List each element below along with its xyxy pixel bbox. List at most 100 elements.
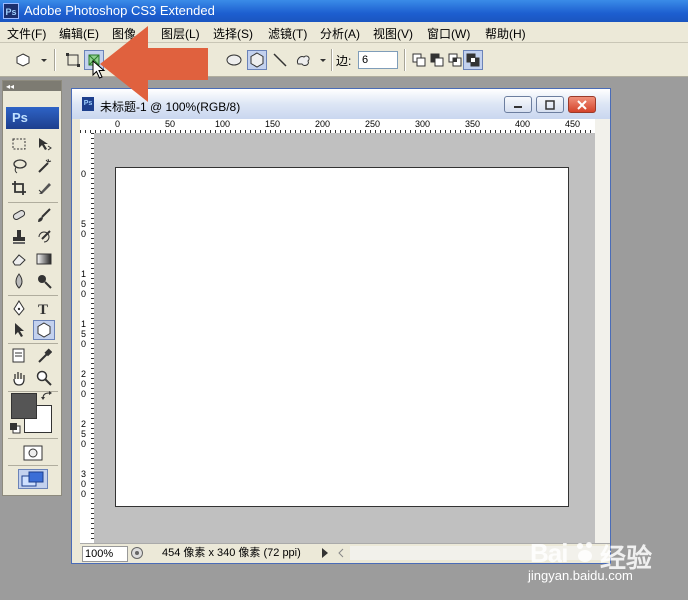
close-button[interactable] xyxy=(568,96,596,113)
shape-tool[interactable] xyxy=(33,320,55,340)
crop-icon xyxy=(12,181,26,195)
magnifier-icon xyxy=(36,370,52,386)
app-title: Adobe Photoshop CS3 Extended xyxy=(24,3,215,18)
magic-wand-icon xyxy=(38,158,52,173)
screen-mode-icon xyxy=(21,471,44,487)
dodge-icon xyxy=(38,275,52,289)
line-tool-button[interactable] xyxy=(270,50,290,70)
pen-tool[interactable] xyxy=(8,298,30,318)
crop-tool[interactable] xyxy=(8,178,30,198)
slice-icon xyxy=(38,183,51,194)
default-colors-icon[interactable] xyxy=(9,422,21,437)
tool-preset-picker[interactable] xyxy=(14,50,50,70)
hand-icon xyxy=(13,372,25,386)
document-window: Ps 未标题-1 @ 100%(RGB/8) 0 50 100 150 200 … xyxy=(71,88,611,564)
combine-exclude-button[interactable] xyxy=(463,50,483,70)
gradient-icon xyxy=(36,253,52,265)
collapse-arrows-icon: ◂◂ xyxy=(6,82,14,91)
ruler-label: 3 0 0 xyxy=(81,469,87,499)
notes-tool[interactable] xyxy=(8,346,30,366)
menu-analysis[interactable]: 分析(A) xyxy=(320,25,360,42)
magic-wand-tool[interactable] xyxy=(33,156,55,176)
healing-brush-tool[interactable] xyxy=(8,205,30,225)
marquee-icon xyxy=(12,138,26,150)
eraser-icon xyxy=(12,254,26,266)
info-icon[interactable] xyxy=(130,546,144,563)
watermark-url: jingyan.baidu.com xyxy=(528,568,633,583)
ruler-label: 2 0 0 xyxy=(81,369,87,399)
swap-colors-icon[interactable] xyxy=(41,390,53,405)
hexagon-icon xyxy=(16,53,47,67)
options-separator xyxy=(331,49,333,71)
combine-add-button[interactable] xyxy=(409,50,429,70)
combine-intersect-button[interactable] xyxy=(445,50,465,70)
slice-tool[interactable] xyxy=(33,178,55,198)
dodge-tool[interactable] xyxy=(33,271,55,291)
move-icon xyxy=(39,138,52,151)
path-selection-tool[interactable] xyxy=(8,320,30,340)
marquee-tool[interactable] xyxy=(8,134,30,154)
quick-mask-button[interactable] xyxy=(22,443,44,463)
ellipse-tool-button[interactable] xyxy=(224,50,244,70)
ruler-label: 50 xyxy=(165,119,176,129)
zoom-tool[interactable] xyxy=(33,368,55,388)
subtract-shape-icon xyxy=(430,53,444,67)
menu-filter[interactable]: 滤镜(T) xyxy=(268,25,307,42)
brush-tool[interactable] xyxy=(33,205,55,225)
ruler-label: 0 xyxy=(81,169,87,179)
lasso-tool[interactable] xyxy=(8,156,30,176)
menu-window[interactable]: 窗口(W) xyxy=(427,25,470,42)
options-separator xyxy=(404,49,406,71)
clone-stamp-tool[interactable] xyxy=(8,227,30,247)
hand-tool[interactable] xyxy=(8,368,30,388)
drop-icon xyxy=(15,273,23,289)
document-canvas[interactable] xyxy=(115,167,569,507)
custom-shape-icon xyxy=(297,55,326,66)
ruler-label: 300 xyxy=(415,119,431,129)
history-brush-tool[interactable] xyxy=(33,227,55,247)
blur-tool[interactable] xyxy=(8,271,30,291)
ruler-label: 350 xyxy=(465,119,481,129)
menu-file[interactable]: 文件(F) xyxy=(7,25,46,42)
shape-layers-button[interactable] xyxy=(63,50,83,70)
menu-edit[interactable]: 编辑(E) xyxy=(59,25,99,42)
vertical-scrollbar[interactable] xyxy=(595,119,610,543)
custom-shape-button[interactable] xyxy=(293,50,327,70)
eraser-tool[interactable] xyxy=(8,249,30,269)
menu-help[interactable]: 帮助(H) xyxy=(485,25,526,42)
gradient-tool[interactable] xyxy=(33,249,55,269)
status-menu-arrow-icon[interactable] xyxy=(320,547,330,562)
ruler-label: 200 xyxy=(315,119,331,129)
zoom-field[interactable]: 100% xyxy=(82,546,128,562)
annotation-arrow xyxy=(100,20,210,113)
intersect-shape-icon xyxy=(448,53,462,67)
lasso-icon xyxy=(13,159,27,174)
quick-mask-icon xyxy=(23,445,43,461)
vertical-ruler[interactable]: 0 5 0 1 0 0 1 5 0 2 0 0 2 5 0 3 0 0 xyxy=(80,133,95,543)
eyedropper-tool[interactable] xyxy=(33,346,55,366)
horizontal-ruler[interactable]: 0 50 100 150 200 250 300 350 400 450 xyxy=(80,119,595,134)
menu-view[interactable]: 视图(V) xyxy=(373,25,413,42)
minimize-button[interactable] xyxy=(504,96,532,113)
combine-subtract-button[interactable] xyxy=(427,50,447,70)
sides-input[interactable] xyxy=(358,51,398,69)
maximize-button[interactable] xyxy=(536,96,564,113)
toolbox-header[interactable]: ◂◂ xyxy=(3,81,61,91)
ruler-label: 100 xyxy=(215,119,231,129)
screen-mode-button[interactable] xyxy=(18,469,48,489)
polygon-tool-button[interactable] xyxy=(247,50,267,70)
foreground-color-swatch[interactable] xyxy=(11,393,37,419)
document-size-info: 454 像素 x 340 像素 (72 ppi) xyxy=(162,547,301,559)
menu-select[interactable]: 选择(S) xyxy=(213,25,253,42)
toolbox-logo: Ps xyxy=(6,107,59,129)
move-tool[interactable] xyxy=(33,134,55,154)
maximize-icon xyxy=(545,99,555,110)
app-title-bar: Ps Adobe Photoshop CS3 Extended xyxy=(0,0,688,22)
close-icon xyxy=(577,99,587,110)
options-separator xyxy=(54,49,56,71)
minimize-icon xyxy=(514,105,522,108)
add-shape-icon xyxy=(412,53,426,67)
scroll-left-arrow-icon[interactable] xyxy=(336,547,346,562)
canvas-area[interactable] xyxy=(94,133,595,543)
type-tool[interactable]: T xyxy=(33,298,55,318)
